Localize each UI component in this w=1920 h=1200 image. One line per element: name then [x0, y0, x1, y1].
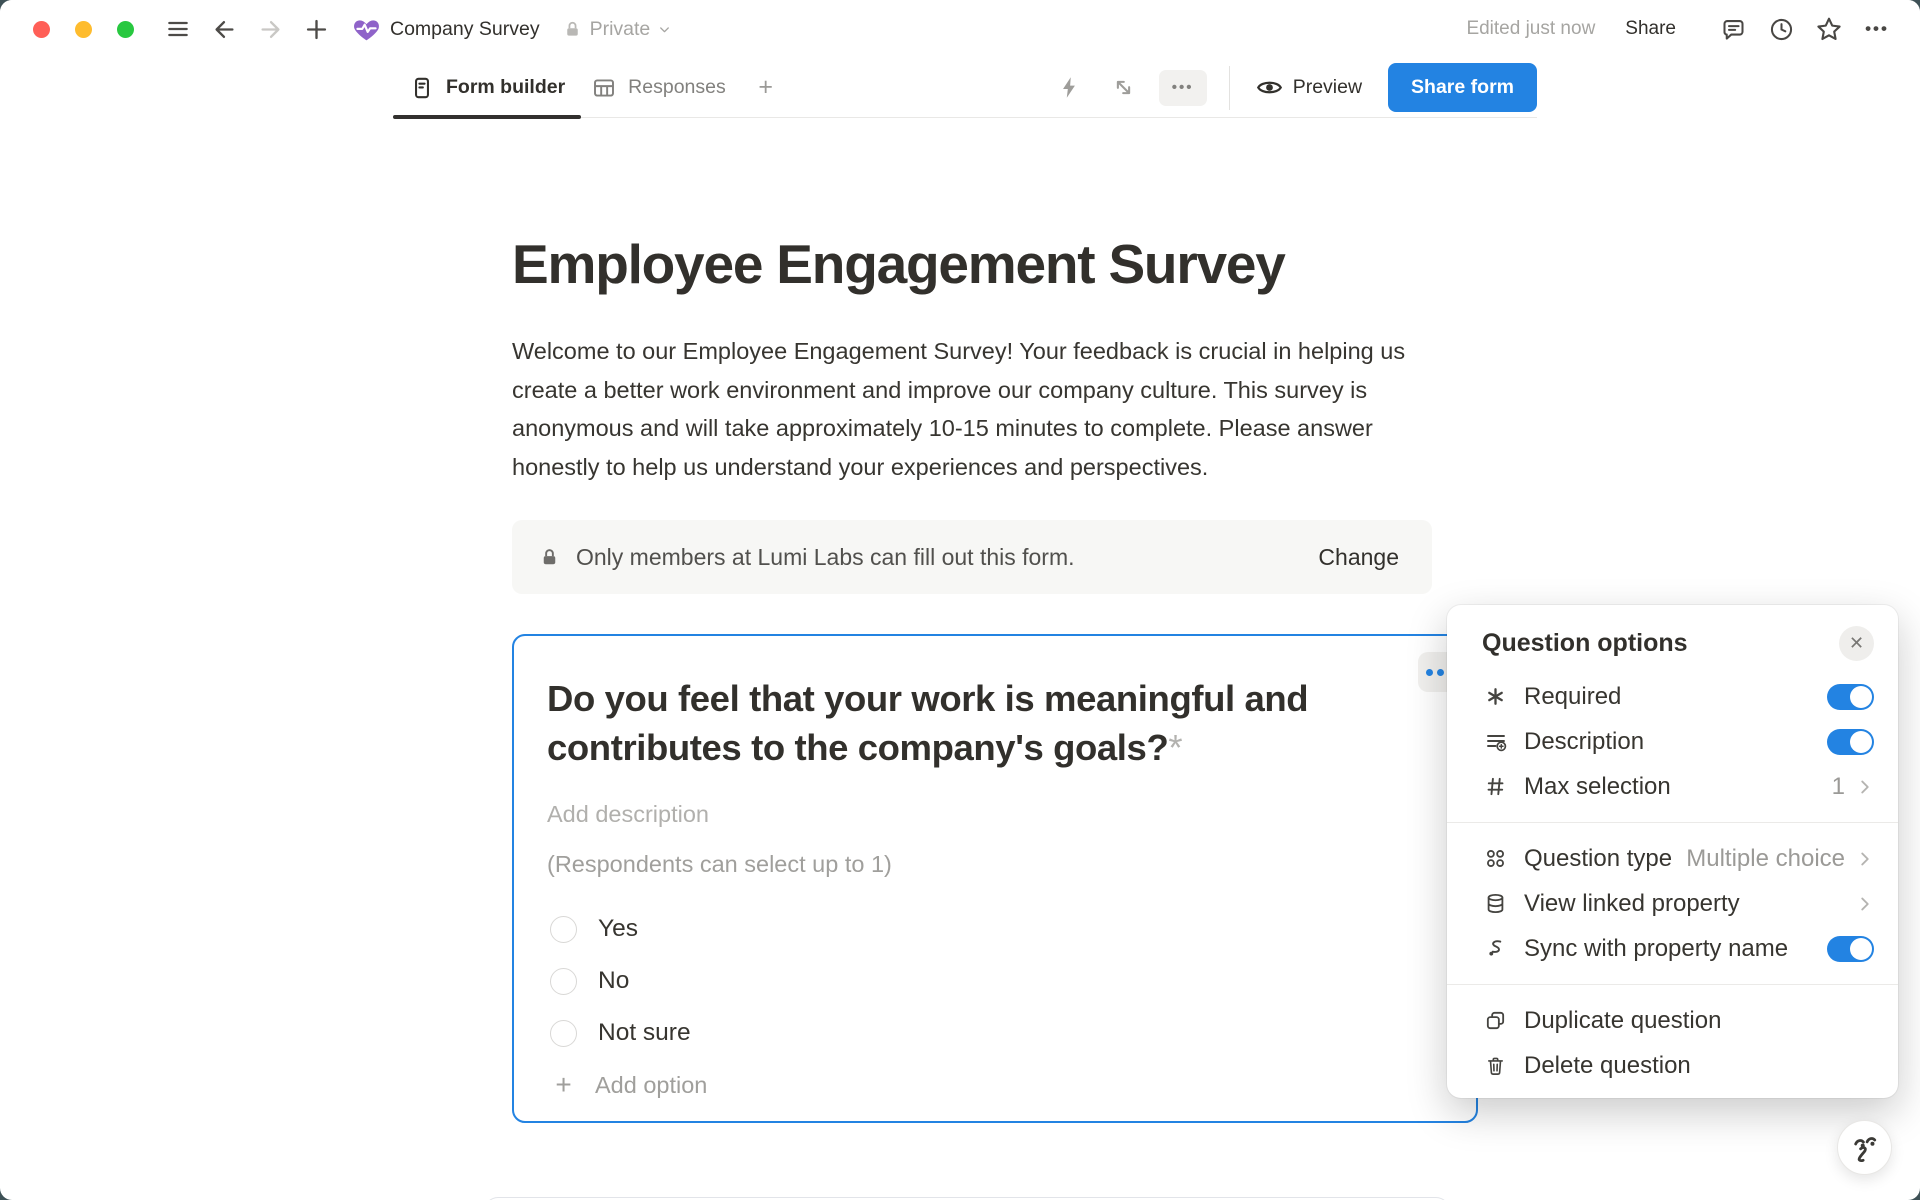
panel-divider [1447, 984, 1898, 985]
privacy-label: Private [590, 18, 651, 41]
edited-status: Edited just now [1466, 18, 1595, 40]
selection-hint: (Respondents can select up to 1) [547, 851, 1436, 878]
favorite-star-icon[interactable] [1812, 12, 1846, 46]
option-row[interactable]: No [547, 955, 1436, 1007]
notion-ai-face-icon[interactable] [1837, 1120, 1892, 1175]
sidebar-toggle-icon[interactable] [162, 13, 194, 45]
share-button[interactable]: Share [1625, 18, 1676, 40]
sync-toggle-on[interactable] [1827, 936, 1874, 962]
description-lines-icon [1482, 730, 1509, 754]
history-clock-icon[interactable] [1764, 12, 1798, 46]
radio-circle [550, 1020, 577, 1047]
view-more-icon[interactable]: ••• [1159, 70, 1207, 106]
new-tab-icon[interactable] [300, 13, 332, 45]
required-toggle-on[interactable] [1827, 684, 1874, 710]
menu-item-delete-question[interactable]: Delete question [1447, 1043, 1898, 1088]
back-icon[interactable] [208, 13, 240, 45]
radio-circle [550, 968, 577, 995]
duplicate-icon [1482, 1009, 1509, 1032]
tab-form-builder[interactable]: Form builder [396, 58, 578, 117]
radio-circle [550, 916, 577, 943]
close-icon[interactable]: ✕ [1839, 626, 1874, 661]
forward-icon[interactable] [254, 13, 286, 45]
more-options-icon[interactable]: ••• [1860, 12, 1894, 46]
chevron-down-icon [657, 22, 672, 37]
option-row-max-selection[interactable]: Max selection 1 [1447, 764, 1898, 809]
option-row-view-linked-property[interactable]: View linked property [1447, 881, 1898, 926]
database-icon [1482, 892, 1509, 915]
plus-icon: + [550, 1069, 577, 1101]
eye-icon [1256, 74, 1283, 101]
preview-button[interactable]: Preview [1244, 66, 1374, 109]
form-title[interactable]: Employee Engagement Survey [512, 232, 1432, 296]
option-row[interactable]: Not sure [547, 1007, 1436, 1059]
minimize-window-button[interactable] [75, 21, 92, 38]
chevron-right-icon [1854, 893, 1876, 915]
description-toggle-on[interactable] [1827, 729, 1874, 755]
share-form-button[interactable]: Share form [1388, 63, 1537, 112]
page-title[interactable]: Company Survey [390, 18, 540, 41]
option-row-description[interactable]: Description [1447, 719, 1898, 764]
close-window-button[interactable] [33, 21, 50, 38]
expand-diagonal-icon[interactable] [1105, 69, 1143, 107]
asterisk-icon [1482, 685, 1509, 708]
question-card[interactable]: Do you feel that your work is meaningful… [512, 634, 1478, 1123]
choice-grid-icon [1482, 847, 1509, 870]
option-row-sync-property-name[interactable]: Sync with property name [1447, 926, 1898, 971]
question-options-panel: Question options ✕ Required Description [1447, 605, 1898, 1098]
comments-icon[interactable] [1716, 12, 1750, 46]
menu-item-duplicate-question[interactable]: Duplicate question [1447, 998, 1898, 1043]
sync-curve-icon [1482, 937, 1509, 960]
lock-icon [538, 546, 561, 569]
change-access-button[interactable]: Change [1318, 544, 1399, 571]
question-title[interactable]: Do you feel that your work is meaningful… [547, 674, 1367, 772]
access-notice: Only members at Lumi Labs can fill out t… [512, 520, 1432, 594]
window-controls [33, 21, 134, 38]
access-notice-text: Only members at Lumi Labs can fill out t… [576, 544, 1075, 571]
chevron-right-icon [1854, 776, 1876, 798]
form-description[interactable]: Welcome to our Employee Engagement Surve… [512, 332, 1432, 486]
lock-icon [562, 19, 583, 40]
option-row-question-type[interactable]: Question type Multiple choice [1447, 836, 1898, 881]
fullscreen-window-button[interactable] [117, 21, 134, 38]
panel-divider [1447, 822, 1898, 823]
panel-title: Question options [1482, 629, 1688, 658]
table-icon [591, 75, 617, 101]
add-view-button[interactable]: + [749, 71, 783, 105]
tabbar-controls: ••• Preview Share form [1035, 63, 1537, 112]
app-window: Company Survey Private Edited just now S… [0, 0, 1920, 1200]
options-list: Yes No Not sure + Add option [547, 903, 1436, 1111]
tab-responses[interactable]: Responses [578, 58, 739, 117]
add-option-button[interactable]: + Add option [547, 1059, 707, 1111]
titlebar: Company Survey Private Edited just now S… [0, 0, 1920, 58]
trash-icon [1482, 1054, 1509, 1077]
page-heart-icon [350, 13, 382, 45]
view-tabbar: Form builder Responses + ••• Preview [396, 58, 1537, 118]
automations-lightning-icon[interactable] [1051, 69, 1089, 107]
chevron-right-icon [1854, 848, 1876, 870]
tab-label: Responses [628, 76, 726, 99]
add-description-placeholder[interactable]: Add description [547, 801, 1436, 828]
option-row-required[interactable]: Required [1447, 674, 1898, 719]
privacy-badge[interactable]: Private [562, 18, 673, 41]
toolbar-divider [1229, 66, 1230, 110]
tab-label: Form builder [446, 76, 565, 99]
hash-icon [1482, 775, 1509, 798]
option-row[interactable]: Yes [547, 903, 1436, 955]
required-asterisk: * [1168, 727, 1182, 768]
form-doc-icon [409, 75, 435, 101]
